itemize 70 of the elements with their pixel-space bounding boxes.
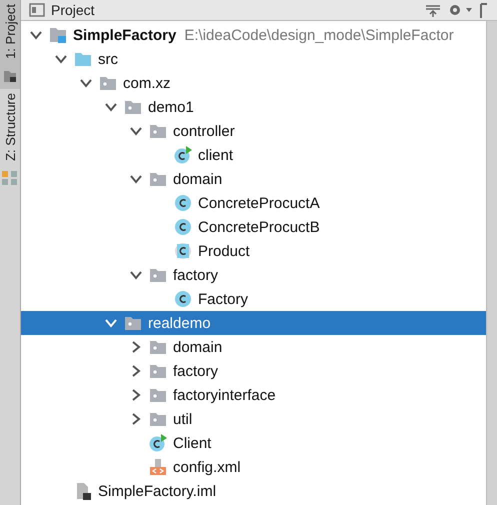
node-label: Factory [197,290,250,308]
tree-row[interactable]: ConcreteProcuctB [21,215,486,239]
node-label: ConcreteProcuctB [197,218,321,236]
node-label: factory [172,362,220,380]
module-path: E:\ideaCode\design_mode\SimpleFactor [184,26,454,44]
node-label: util [172,410,194,428]
node-label: domain [172,170,224,188]
class-icon [174,194,192,212]
node-label: config.xml [172,458,242,476]
node-label: factory [172,266,220,284]
class-icon [174,290,192,308]
scrollbar[interactable] [486,21,497,505]
project-view-icon [29,3,45,17]
tree-row[interactable]: factory [21,263,486,287]
runnable-class-icon [174,146,192,164]
package-folder-icon [149,386,167,404]
class-icon [174,218,192,236]
package-folder-icon [99,74,117,92]
tree-row[interactable]: factory [21,359,486,383]
panel-title: Project [51,2,96,18]
node-label: Product [197,242,251,260]
node-label: domain [172,338,224,356]
tree-row[interactable]: client [21,143,486,167]
package-folder-icon [149,266,167,284]
node-label: realdemo [147,314,212,332]
package-folder-icon [149,122,167,140]
tree-row[interactable]: util [21,407,486,431]
node-label: com.xz [122,74,172,92]
node-label: src [97,50,119,68]
package-folder-icon [149,170,167,188]
xml-file-icon [149,458,167,476]
tree-row[interactable]: realdemo [21,311,486,335]
folder-icon [74,50,92,68]
node-label: controller [172,122,236,140]
module-folder-icon [49,26,67,44]
runnable-class-icon [149,434,167,452]
tree-row[interactable]: Factory [21,287,486,311]
package-folder-icon [149,338,167,356]
tree-row[interactable]: controller [21,119,486,143]
tree-row[interactable]: domain [21,167,486,191]
tool-window-tab[interactable]: Z: Structure [0,88,20,191]
node-label: Client [172,434,212,452]
settings-icon[interactable] [447,2,473,18]
node-label: SimpleFactory [72,26,178,44]
tree-row[interactable]: domain [21,335,486,359]
tree-row[interactable]: SimpleFactory.iml [21,479,486,503]
hide-panel-icon[interactable] [479,2,489,18]
folder-icon [3,68,17,83]
tool-window-tab[interactable]: 1: Project [0,0,20,89]
package-folder-icon [149,362,167,380]
tree-row[interactable]: SimpleFactory E:\ideaCode\design_mode\SimpleFactor [21,23,486,47]
tree-row[interactable]: src [21,47,486,71]
tree-row[interactable]: factoryinterface [21,383,486,407]
tree-row[interactable]: Client [21,431,486,455]
node-label: factoryinterface [172,386,277,404]
file-icon [74,482,92,500]
node-label: demo1 [147,98,195,116]
tree-row[interactable]: Product [21,239,486,263]
tree-row[interactable]: config.xml [21,455,486,479]
tree-row[interactable]: demo1 [21,95,486,119]
package-folder-icon [149,410,167,428]
node-label: SimpleFactory.iml [97,482,218,500]
abstract-class-icon [174,242,192,260]
package-folder-icon [124,98,142,116]
node-label: client [197,146,234,164]
package-folder-icon [124,314,142,332]
tree-row[interactable]: com.xz [21,71,486,95]
structure-icon [2,170,18,185]
node-label: ConcreteProcuctA [197,194,321,212]
tree-row[interactable]: ConcreteProcuctA [21,191,486,215]
